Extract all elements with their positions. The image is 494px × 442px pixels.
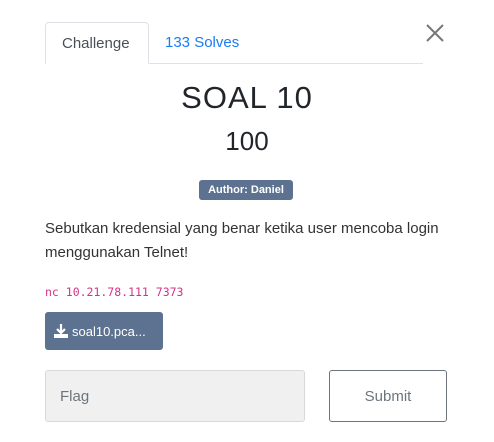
file-name: soal10.pca... <box>72 323 146 339</box>
tab-bar: Challenge 133 Solves <box>45 22 423 64</box>
connection-info: nc 10.21.78.111 7373 <box>45 285 184 299</box>
download-file-button[interactable]: soal10.pca... <box>45 312 163 350</box>
flag-input[interactable] <box>45 370 305 422</box>
close-icon[interactable] <box>424 22 446 44</box>
author-badge: Author: Daniel <box>199 180 293 200</box>
tab-solves[interactable]: 133 Solves <box>149 22 255 63</box>
challenge-name: SOAL 10 <box>181 80 313 115</box>
challenge-description: Sebutkan kredensial yang benar ketika us… <box>45 220 439 261</box>
tab-challenge[interactable]: Challenge <box>45 22 149 64</box>
download-icon <box>54 324 68 338</box>
challenge-value: 100 <box>225 126 269 156</box>
submit-button[interactable]: Submit <box>329 370 447 422</box>
